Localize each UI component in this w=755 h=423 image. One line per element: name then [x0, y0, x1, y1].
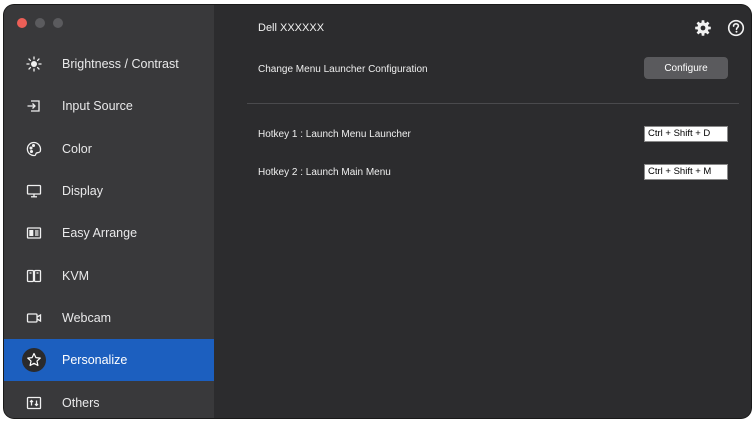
- sidebar-item-display[interactable]: Display: [4, 170, 214, 212]
- sidebar-item-color[interactable]: Color: [4, 128, 214, 170]
- sidebar-item-label: Color: [62, 141, 92, 156]
- main-panel: Dell XXXXXX Change Menu Launcher Configu…: [214, 5, 751, 418]
- input-source-icon: [24, 96, 44, 116]
- hotkey-2-label: Hotkey 2 : Launch Main Menu: [258, 167, 391, 178]
- sidebar-item-label: Personalize: [62, 353, 128, 368]
- webcam-icon: [24, 308, 44, 328]
- window-controls: [17, 18, 63, 28]
- sidebar-item-input-source[interactable]: Input Source: [4, 85, 214, 127]
- sidebar-item-kvm[interactable]: KVM: [4, 254, 214, 296]
- minimize-window-button[interactable]: [35, 18, 45, 28]
- easy-arrange-icon: [24, 223, 44, 243]
- app-window: Brightness / Contrast Input Source Color…: [4, 5, 751, 418]
- brightness-icon: [24, 54, 44, 74]
- section-divider: [247, 103, 739, 104]
- sidebar-item-label: Easy Arrange: [62, 226, 138, 241]
- hotkey-1-label: Hotkey 1 : Launch Menu Launcher: [258, 129, 411, 140]
- star-icon: [22, 348, 46, 373]
- menu-launcher-config-label: Change Menu Launcher Configuration: [258, 64, 428, 75]
- sidebar-item-label: Brightness / Contrast: [62, 57, 179, 72]
- color-palette-icon: [24, 139, 44, 159]
- gear-icon[interactable]: [694, 19, 712, 37]
- sidebar-item-webcam[interactable]: Webcam: [4, 297, 214, 339]
- zoom-window-button[interactable]: [53, 18, 63, 28]
- help-icon[interactable]: [727, 19, 745, 37]
- sidebar-item-others[interactable]: Others: [4, 381, 214, 418]
- sidebar-item-label: Others: [62, 395, 100, 410]
- hotkey-2-field[interactable]: Ctrl + Shift + M: [644, 164, 728, 180]
- monitor-name: Dell XXXXXX: [258, 22, 325, 34]
- sidebar-nav: Brightness / Contrast Input Source Color…: [4, 43, 214, 418]
- kvm-icon: [24, 266, 44, 286]
- sidebar-item-label: Input Source: [62, 99, 133, 114]
- sidebar-item-easy-arrange[interactable]: Easy Arrange: [4, 212, 214, 254]
- display-icon: [24, 181, 44, 201]
- others-icon: [24, 393, 44, 413]
- close-window-button[interactable]: [17, 18, 27, 28]
- sidebar: Brightness / Contrast Input Source Color…: [4, 5, 214, 418]
- configure-button[interactable]: Configure: [644, 57, 728, 79]
- sidebar-item-label: Webcam: [62, 310, 112, 325]
- sidebar-item-label: Display: [62, 184, 103, 199]
- sidebar-item-personalize[interactable]: Personalize: [4, 339, 214, 382]
- hotkey-1-field[interactable]: Ctrl + Shift + D: [644, 126, 728, 142]
- sidebar-item-brightness-contrast[interactable]: Brightness / Contrast: [4, 43, 214, 85]
- sidebar-item-label: KVM: [62, 268, 90, 283]
